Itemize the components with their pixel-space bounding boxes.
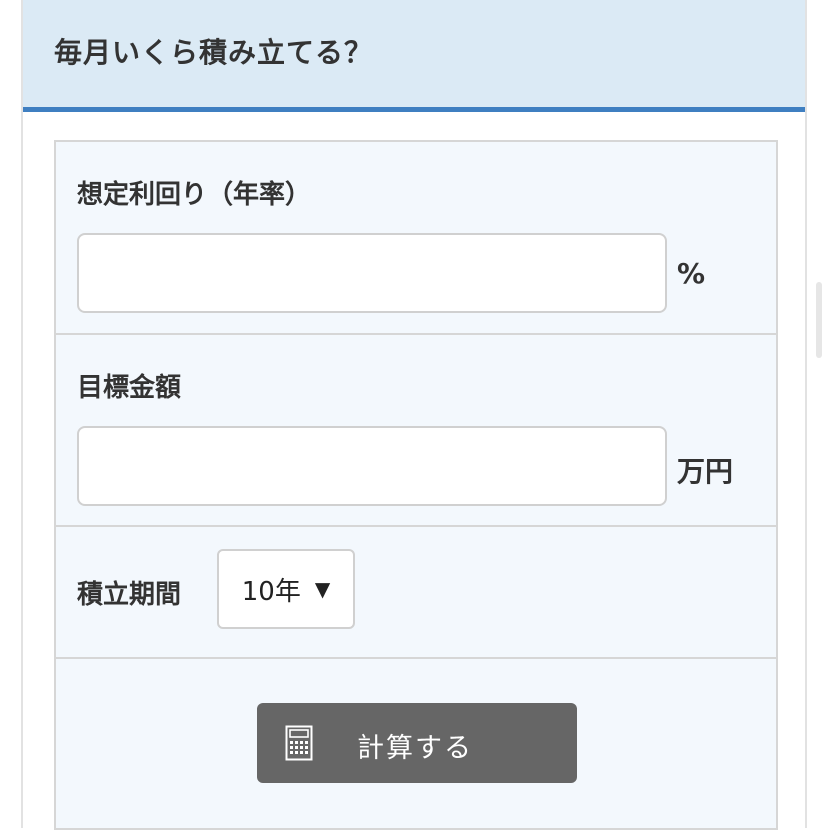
card-header: 毎月いくら積み立てる？ [23,0,805,112]
calculator-icon [285,725,313,761]
calculate-button[interactable]: 計算する [257,703,577,783]
dropdown-arrow-icon: ▼ [314,577,331,601]
target-amount-input[interactable] [77,426,667,506]
period-label: 積立期間 [77,580,182,610]
page-scrollbar[interactable] [816,282,822,358]
period-select-value: 10年 [241,576,301,607]
calculate-button-label: 計算する [357,733,473,764]
target-unit: 万円 [677,455,734,488]
target-label: 目標金額 [77,373,182,403]
savings-form: 想定利回り（年率） % 目標金額 万円 積立期間 10年 ▼ 計算する [54,140,778,830]
target-row: 目標金額 万円 [56,335,776,527]
rate-input[interactable] [77,233,667,313]
rate-unit: % [677,257,706,290]
card-title: 毎月いくら積み立てる？ [54,36,374,69]
period-row: 積立期間 10年 ▼ [56,527,776,659]
rate-label: 想定利回り（年率） [77,180,312,210]
rate-row: 想定利回り（年率） % [56,142,776,335]
submit-row: 計算する [56,659,776,834]
period-select[interactable]: 10年 ▼ [217,549,355,629]
calculator-card: 毎月いくら積み立てる？ 想定利回り（年率） % 目標金額 万円 積立期間 10年… [21,0,807,830]
